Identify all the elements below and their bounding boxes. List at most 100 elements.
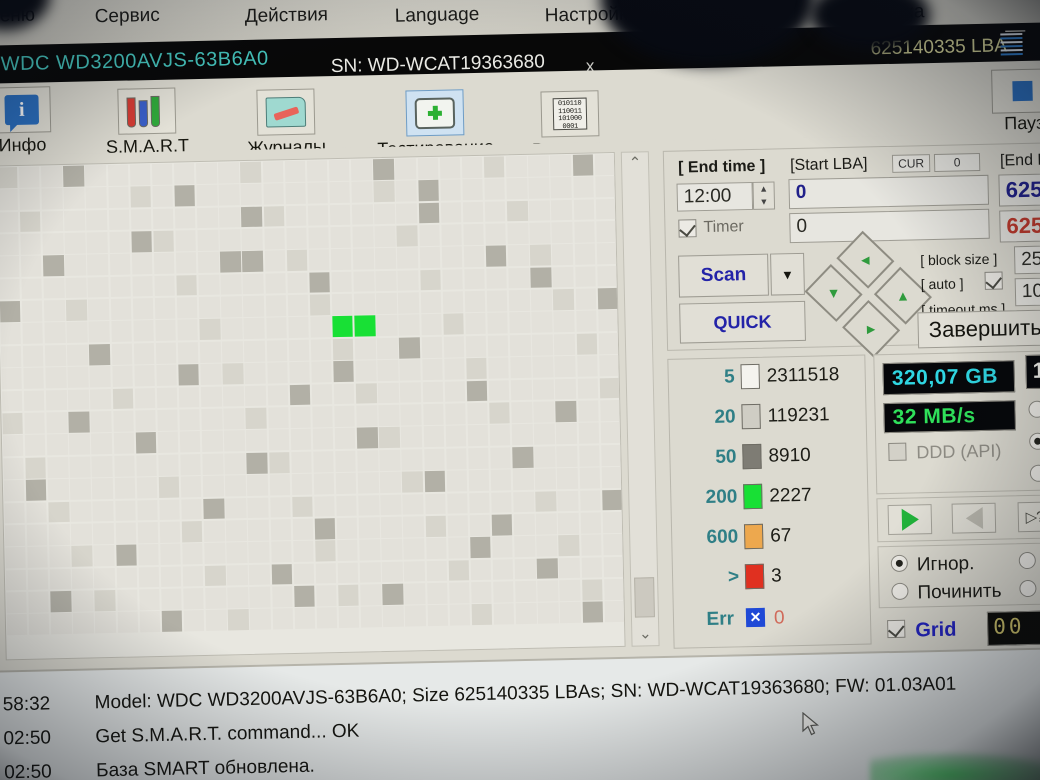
capacity-readout: 320,07 GB [882,360,1016,396]
scan-block [334,428,356,450]
scan-block [115,522,137,544]
grid-checkbox[interactable] [887,619,906,639]
action-radio-erase[interactable] [1018,551,1036,570]
scan-block [558,512,580,534]
timeout-field[interactable]: 10000 [1014,275,1040,307]
scan-dropdown-button[interactable]: ▼ [770,252,805,296]
menu-item-menu[interactable]: Меню [0,5,35,28]
scan-block [86,231,108,254]
pause-button[interactable]: Пауза [991,68,1040,135]
end-lba-field-2[interactable]: 625140334 [999,207,1040,243]
scrollbar-thumb[interactable] [634,577,655,618]
mode-radio-write[interactable] [1029,464,1040,482]
log-panel[interactable]: 58:32 Model: WDC WD3200AVJS-63B6A0; Size… [0,647,1040,780]
menu-item-language[interactable]: Language [395,4,480,28]
scan-block [138,589,160,611]
ddd-api-checkbox[interactable] [888,442,907,462]
scan-block [396,225,418,247]
toolbar-button-info[interactable]: i Инфо [0,86,63,157]
scan-block [152,208,174,230]
scan-block [559,602,581,624]
scan-block [512,446,534,468]
scan-block [336,495,358,517]
scan-block [463,223,485,245]
scan-block [41,165,63,188]
scan-block [137,544,159,566]
scan-block [199,341,221,363]
scan-block [49,568,71,590]
scan-block [23,390,45,412]
find-button[interactable]: ▷?◁ [1017,501,1040,533]
scan-block [70,500,92,523]
scan-block [25,457,47,479]
scroll-down-icon[interactable]: ⌄ [632,623,658,646]
scroll-up-icon[interactable]: ⌃ [622,152,648,175]
scan-block [448,582,470,604]
scan-block [465,335,487,357]
scan-block [595,198,617,220]
menu-item-service[interactable]: Сервис [94,5,160,28]
scan-block [553,288,575,311]
scan-block [445,447,467,470]
mode-radio-read[interactable] [1029,432,1040,450]
mode-radio-verify[interactable] [1028,400,1040,418]
scan-block [312,406,334,428]
scan-block [490,469,512,491]
dpad-right-icon: ▲ [895,287,911,304]
scan-block [336,517,358,539]
action-radio-ignore[interactable] [890,554,909,573]
scan-block [508,267,530,289]
start-lba-cur-badge[interactable]: CUR [891,154,931,173]
menu-item-actions[interactable]: Действия [245,4,329,28]
end-lba-field[interactable]: 625140334 [998,171,1040,207]
quick-button[interactable]: QUICK [679,300,806,344]
scan-block [19,188,41,210]
menu-item-help[interactable]: Справка [850,1,925,25]
scan-block [155,320,177,342]
scan-block [332,316,354,338]
scan-block [397,269,419,292]
stat-count-200: 2227 [769,484,812,507]
scan-block-map[interactable] [0,151,626,661]
scan-block [529,222,551,244]
toolbar-button-smart[interactable]: S.M.A.R.T [91,87,202,158]
scan-block [534,468,556,490]
scan-block [352,226,374,248]
percent-readout: 100 [1025,353,1040,390]
scan-block [222,340,244,363]
play-button[interactable] [887,504,933,536]
scan-block [558,557,580,579]
auto-checkbox[interactable] [984,271,1003,290]
scan-block [358,494,380,516]
stat-threshold-20: 20 [714,406,736,428]
back-button[interactable] [951,502,997,534]
scan-block [139,611,161,633]
scan-block [50,613,72,635]
action-radio-repair[interactable] [891,582,909,601]
scan-block [134,410,156,432]
drive-model-label: WDC WD3200AVJS-63B6A0 [0,47,269,76]
scan-block [599,399,621,422]
timer-checkbox[interactable] [678,219,697,238]
scan-block [5,547,27,569]
scan-block [574,243,596,265]
block-size-field[interactable]: 256 [1013,243,1040,275]
finish-button[interactable]: Завершить [917,307,1040,349]
scan-block [483,156,505,178]
scan-block [355,382,377,405]
scan-block [285,205,307,227]
end-time-field[interactable]: 12:00 [676,181,754,212]
action-radio-refresh[interactable] [1019,579,1037,598]
menu-item-settings[interactable]: Настройки [545,3,639,27]
start-lba-field[interactable]: 0 [788,174,990,210]
navigation-dpad[interactable]: ◄ ▲ ▼ ► [803,230,935,362]
scan-button[interactable]: Scan [678,253,769,298]
start-lba-field-2[interactable]: 0 [789,208,990,244]
grid-scrollbar[interactable]: ⌃ ⌄ [620,151,660,647]
scan-block [505,155,527,177]
scan-block [175,252,197,274]
end-time-spinner[interactable]: ▲ ▼ [752,181,776,210]
scan-block [506,178,528,200]
scan-grid-canvas[interactable] [0,153,626,636]
scan-block [404,583,426,605]
